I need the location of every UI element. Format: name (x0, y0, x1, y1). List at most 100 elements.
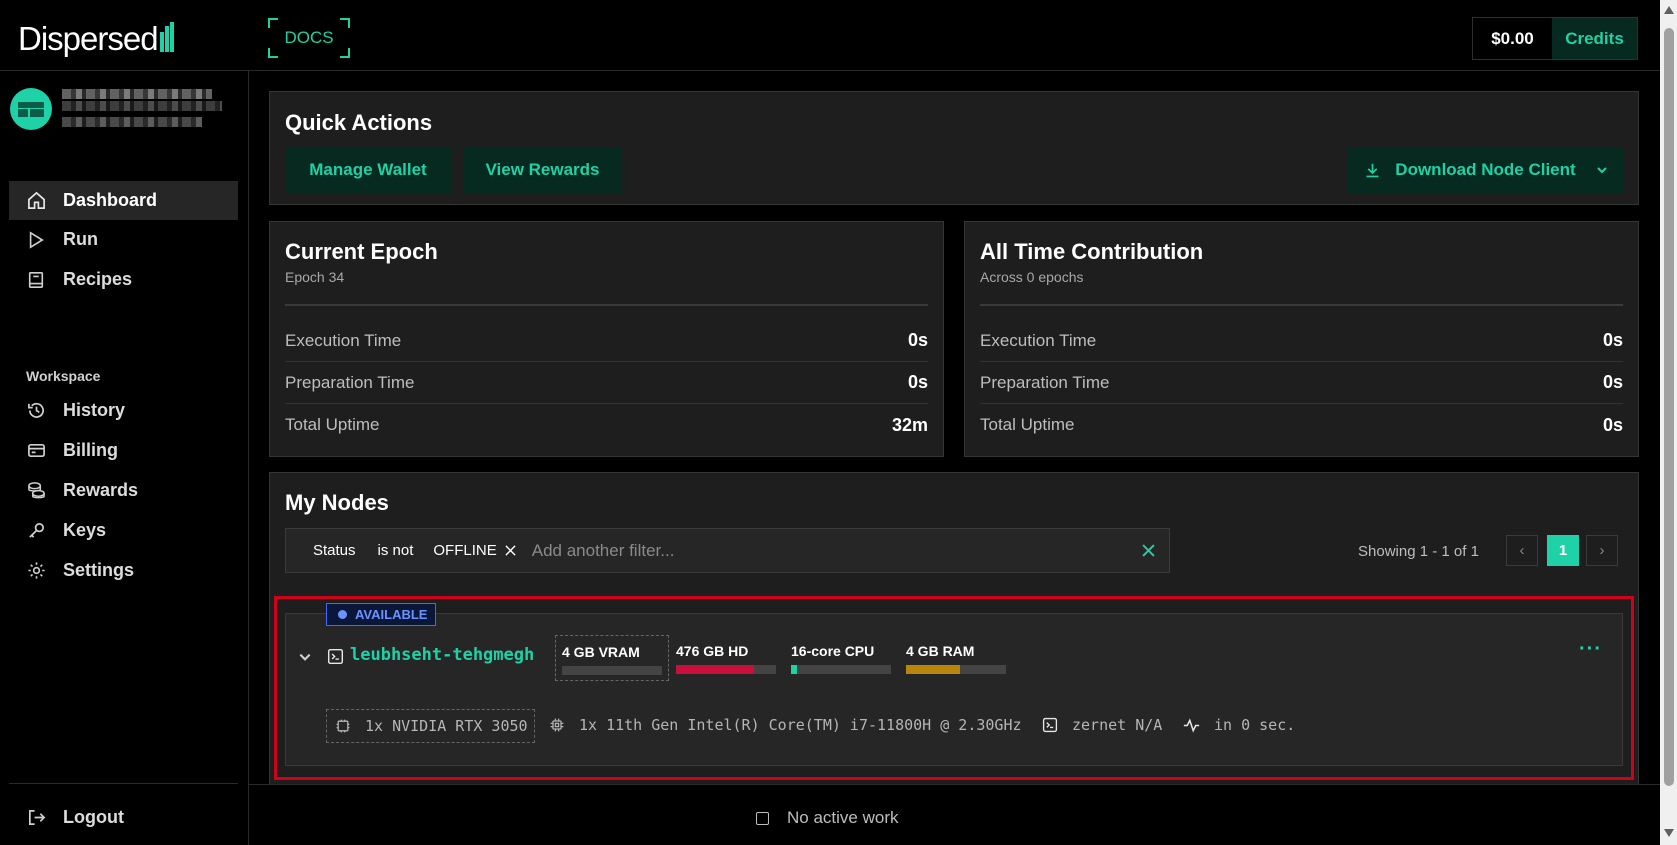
all-time-title: All Time Contribution (980, 239, 1204, 264)
download-label: Download Node Client (1395, 160, 1576, 179)
credits-widget[interactable]: $0.00 Credits (1472, 17, 1638, 60)
page-button-1[interactable]: 1 (1547, 535, 1579, 566)
chevron-left-icon: ‹ (1519, 542, 1525, 559)
filter-operator[interactable]: is not (378, 542, 414, 559)
cpu-spec: 1x 11th Gen Intel(R) Core(TM) i7-11800H … (549, 716, 1022, 734)
download-node-client-button[interactable]: Download Node Client (1348, 147, 1624, 193)
node-menu-icon[interactable]: ··· (1579, 638, 1602, 661)
stat-value: 32m (891, 414, 928, 435)
resource-bar (906, 665, 1006, 674)
sidebar-item-billing[interactable]: Billing (9, 431, 238, 470)
logo[interactable]: Dispersed (18, 20, 174, 58)
avatar[interactable] (10, 88, 52, 130)
manage-wallet-button[interactable]: Manage Wallet (285, 147, 451, 193)
epoch-subtitle: Epoch 34 (285, 269, 345, 285)
key-icon (26, 521, 46, 541)
play-icon (26, 230, 46, 250)
prev-page-button[interactable]: ‹ (1506, 535, 1538, 566)
scroll-up-icon[interactable] (1664, 6, 1674, 14)
current-epoch-title: Current Epoch (285, 239, 438, 264)
cpu-label: 1x 11th Gen Intel(R) Core(TM) i7-11800H … (579, 716, 1022, 734)
resource-bar (562, 666, 662, 675)
workspace-label: Workspace (26, 368, 101, 384)
sidebar-item-rewards[interactable]: Rewards (9, 471, 238, 510)
sidebar-item-label: Keys (63, 520, 107, 540)
zernet-label: zernet N/A (1072, 716, 1163, 734)
sidebar-item-label: Recipes (63, 269, 133, 289)
sidebar-item-label: History (63, 400, 126, 420)
logout-label: Logout (63, 807, 124, 827)
divider (9, 783, 238, 784)
stat-row: Preparation Time 0s (980, 362, 1623, 404)
stat-label: Preparation Time (980, 372, 1110, 392)
resource-cpu: 16-core CPU (791, 643, 891, 674)
chevron-down-icon[interactable] (1596, 164, 1608, 176)
resource-hd: 476 GB HD (676, 643, 776, 674)
coins-icon (26, 481, 46, 501)
scrollbar-thumb[interactable] (1664, 28, 1674, 786)
sidebar-item-settings[interactable]: Settings (9, 551, 238, 590)
docs-label: DOCS (284, 28, 334, 47)
sidebar-item-dashboard[interactable]: Dashboard (9, 181, 238, 220)
sidebar-item-label: Rewards (63, 480, 139, 500)
stat-value: 0s (1602, 414, 1623, 435)
filter-input[interactable]: Add another filter... (532, 541, 1142, 561)
sidebar-item-label: Dashboard (63, 190, 158, 210)
node-name[interactable]: leubhseht-tehgmegh (350, 645, 534, 665)
gpu-spec: 1x NVIDIA RTX 3050 (326, 709, 535, 743)
stat-label: Execution Time (285, 330, 402, 350)
pagination-summary: Showing 1 - 1 of 1 (1358, 543, 1479, 560)
scroll-down-icon[interactable] (1664, 829, 1674, 837)
stat-label: Total Uptime (285, 415, 380, 434)
scrollbar[interactable] (1660, 0, 1677, 845)
credits-button[interactable]: Credits (1552, 18, 1637, 59)
logo-text: Dispersed (18, 20, 159, 57)
resource-label: 4 GB VRAM (562, 644, 640, 660)
current-epoch-card: Current Epoch Epoch 34 Execution Time 0s … (269, 221, 944, 457)
resource-ram: 4 GB RAM (906, 643, 1006, 674)
sidebar-item-run[interactable]: Run (9, 220, 238, 259)
status-label: AVAILABLE (355, 607, 428, 622)
stat-label: Execution Time (980, 330, 1097, 350)
redacted-username-2 (62, 101, 222, 111)
stat-value: 0s (1602, 372, 1623, 392)
terminal-icon (327, 648, 344, 665)
balance-amount: $0.00 (1491, 29, 1534, 48)
filter-value[interactable]: OFFLINE (433, 542, 496, 559)
node-card[interactable]: ··· (285, 613, 1623, 766)
logout-button[interactable]: Logout (9, 798, 238, 837)
filter-field[interactable]: Status (313, 542, 356, 559)
sidebar-item-label: Settings (63, 560, 135, 580)
filter-bar[interactable]: Status is not OFFLINE Add another filter… (285, 528, 1170, 573)
resource-bar-fill (676, 665, 754, 674)
quick-actions-title: Quick Actions (285, 110, 433, 135)
divider (285, 304, 928, 306)
stat-value: 0s (907, 330, 928, 350)
view-rewards-button[interactable]: View Rewards (464, 147, 621, 193)
sidebar-item-keys[interactable]: Keys (9, 511, 238, 550)
resource-label: 476 GB HD (676, 643, 749, 659)
gpu-icon (335, 718, 351, 734)
resource-bar-fill (906, 665, 960, 674)
stat-value: 0s (907, 372, 928, 392)
heartbeat-label: in 0 sec. (1214, 716, 1296, 734)
expand-chevron-icon[interactable] (298, 650, 312, 664)
divider (980, 304, 1623, 306)
docs-button[interactable]: DOCS (268, 18, 350, 58)
resource-bar-fill (791, 665, 797, 674)
checkbox-icon (756, 811, 769, 825)
remove-filter-icon[interactable] (505, 545, 516, 556)
stat-row: Preparation Time 0s (285, 362, 928, 404)
quick-actions-card: Quick Actions Manage Wallet View Rewards… (269, 91, 1639, 205)
credit-card-icon (26, 441, 46, 461)
resource-bar (791, 665, 891, 674)
sidebar-item-recipes[interactable]: Recipes (9, 260, 238, 299)
stat-row: Execution Time 0s (980, 320, 1623, 362)
my-nodes-title: My Nodes (285, 490, 389, 515)
next-page-button[interactable]: › (1586, 535, 1618, 566)
gpu-label: 1x NVIDIA RTX 3050 (365, 717, 528, 735)
stat-row: Total Uptime 32m (285, 404, 928, 446)
sidebar-item-history[interactable]: History (9, 391, 238, 430)
gear-icon (26, 561, 46, 581)
clear-filters-icon[interactable] (1142, 544, 1155, 557)
